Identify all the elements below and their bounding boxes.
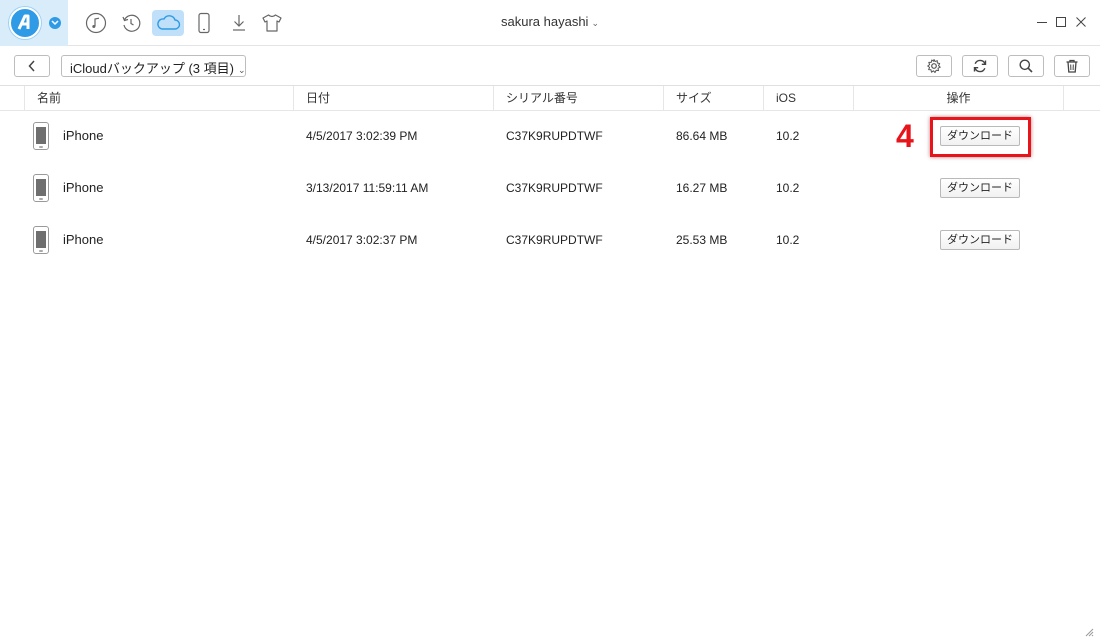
back-button[interactable] [14, 55, 50, 77]
backup-size: 16.27 MB [676, 181, 728, 195]
device-name: iPhone [63, 128, 104, 143]
music-icon[interactable] [83, 10, 109, 36]
category-dropdown[interactable]: iCloudバックアップ (3 項目) ⌄ [61, 55, 246, 77]
minimize-icon[interactable] [1034, 14, 1050, 30]
chevron-down-icon: ⌄ [591, 18, 599, 28]
account-name: sakura hayashi [501, 14, 589, 29]
delete-button[interactable] [1054, 55, 1090, 77]
search-icon [1019, 59, 1033, 73]
device-name: iPhone [63, 232, 104, 247]
column-header-date[interactable]: 日付 [294, 86, 494, 111]
maximize-icon[interactable] [1053, 14, 1069, 30]
chevron-down-icon: ⌄ [237, 65, 246, 75]
serial-number: C37K9RUPDTWF [506, 181, 603, 195]
download-icon[interactable] [226, 10, 252, 36]
settings-button[interactable] [916, 55, 952, 77]
backup-date: 3/13/2017 11:59:11 AM [306, 181, 429, 195]
table-header: 名前 日付 シリアル番号 サイズ iOS 操作 [0, 86, 1100, 111]
backup-date: 4/5/2017 3:02:39 PM [306, 129, 418, 143]
settings-icon [927, 59, 941, 73]
iphone-icon [33, 226, 49, 254]
refresh-button[interactable] [962, 55, 998, 77]
app-logo-area[interactable] [0, 0, 68, 46]
device-name: iPhone [63, 180, 104, 195]
column-header-serial[interactable]: シリアル番号 [494, 86, 664, 111]
history-icon[interactable] [118, 10, 144, 36]
highlight-box-annotation [930, 117, 1031, 157]
iphone-icon [33, 174, 49, 202]
cloud-icon[interactable] [152, 10, 184, 36]
refresh-icon [973, 59, 987, 73]
step-number-annotation: 4 [896, 118, 914, 154]
category-label: iCloudバックアップ (3 項目) [70, 61, 234, 76]
serial-number: C37K9RUPDTWF [506, 129, 603, 143]
column-header-ios[interactable]: iOS [764, 86, 854, 111]
serial-number: C37K9RUPDTWF [506, 233, 603, 247]
ios-version: 10.2 [776, 233, 800, 247]
download-button[interactable]: ダウンロード [940, 230, 1020, 250]
column-header-action: 操作 [854, 86, 1064, 111]
backup-date: 4/5/2017 3:02:37 PM [306, 233, 418, 247]
backup-size: 25.53 MB [676, 233, 728, 247]
account-selector[interactable]: sakura hayashi ⌄ [480, 14, 620, 29]
close-icon[interactable] [1073, 14, 1089, 30]
column-header-name[interactable]: 名前 [24, 86, 294, 111]
backup-size: 86.64 MB [676, 129, 728, 143]
title-bar: sakura hayashi ⌄ [0, 0, 1100, 46]
device-icon[interactable] [191, 10, 217, 36]
column-header-size[interactable]: サイズ [664, 86, 764, 111]
ios-version: 10.2 [776, 181, 800, 195]
trash-icon [1066, 59, 1078, 73]
toolbar: iCloudバックアップ (3 項目) ⌄ [0, 46, 1100, 86]
anytrans-logo-icon[interactable] [9, 7, 41, 39]
logo-dropdown-icon[interactable] [49, 17, 61, 29]
table-row[interactable]: iPhone 3/13/2017 11:59:11 AM C37K9RUPDTW… [0, 162, 1100, 214]
chevron-left-icon [28, 60, 35, 72]
ios-version: 10.2 [776, 129, 800, 143]
tshirt-icon[interactable] [259, 10, 285, 36]
download-button[interactable]: ダウンロード [940, 178, 1020, 198]
search-button[interactable] [1008, 55, 1044, 77]
iphone-icon [33, 122, 49, 150]
resize-grip-icon[interactable] [1084, 626, 1094, 637]
table-row[interactable]: iPhone 4/5/2017 3:02:37 PM C37K9RUPDTWF … [0, 214, 1100, 266]
